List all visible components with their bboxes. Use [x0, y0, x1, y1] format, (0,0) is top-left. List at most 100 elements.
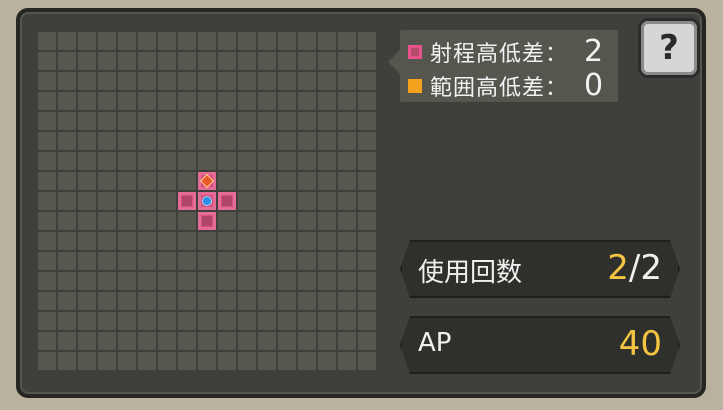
grid-cell — [238, 332, 256, 350]
grid-cell — [358, 312, 376, 330]
grid-cell — [298, 112, 316, 130]
grid-cell — [278, 132, 296, 150]
grid-cell — [138, 192, 156, 210]
grid-cell — [238, 132, 256, 150]
grid-cell — [198, 112, 216, 130]
grid-cell — [358, 292, 376, 310]
grid-cell — [158, 172, 176, 190]
grid-cell — [258, 92, 276, 110]
usage-count-box: 使用回数 2/2 — [400, 240, 680, 298]
grid-cell — [238, 232, 256, 250]
grid-cell — [278, 172, 296, 190]
grid-cell — [238, 352, 256, 370]
grid-cell — [38, 312, 56, 330]
grid-cell — [298, 152, 316, 170]
grid-cell — [158, 332, 176, 350]
grid-cell — [58, 232, 76, 250]
grid-cell — [298, 292, 316, 310]
grid-cell — [218, 212, 236, 230]
grid-cell — [78, 232, 96, 250]
grid-cell — [178, 92, 196, 110]
grid-cell — [258, 332, 276, 350]
grid-cell — [138, 92, 156, 110]
grid-cell — [338, 172, 356, 190]
grid-cell — [118, 132, 136, 150]
grid-cell-top-marker — [198, 172, 216, 190]
grid-cell — [278, 72, 296, 90]
grid-cell — [298, 212, 316, 230]
grid-cell — [178, 32, 196, 50]
grid-cell — [198, 152, 216, 170]
grid-cell — [158, 232, 176, 250]
grid-cell — [318, 172, 336, 190]
grid-cell — [98, 152, 116, 170]
grid-cell — [238, 172, 256, 190]
grid-cell — [158, 212, 176, 230]
grid-cell — [78, 112, 96, 130]
grid-cell — [158, 132, 176, 150]
grid-cell — [98, 52, 116, 70]
grid-cell — [58, 212, 76, 230]
grid-cell — [318, 332, 336, 350]
grid-cell — [198, 332, 216, 350]
grid-cell — [298, 252, 316, 270]
grid-cell — [238, 72, 256, 90]
grid-cell — [298, 312, 316, 330]
grid-cell — [218, 32, 236, 50]
grid-cell — [138, 292, 156, 310]
grid-cell — [98, 312, 116, 330]
grid-cell — [158, 252, 176, 270]
grid-cell — [298, 172, 316, 190]
grid-cell — [338, 212, 356, 230]
grid-cell — [298, 232, 316, 250]
grid-cell — [218, 272, 236, 290]
grid-cell — [238, 212, 256, 230]
grid-cell — [138, 332, 156, 350]
grid-cell — [78, 192, 96, 210]
grid-cell — [358, 192, 376, 210]
grid-cell — [138, 152, 156, 170]
usage-count-label: 使用回数 — [418, 258, 523, 288]
grid-cell — [138, 312, 156, 330]
help-button[interactable]: ? — [638, 18, 700, 78]
grid-cell — [338, 292, 356, 310]
grid-cell — [118, 312, 136, 330]
grid-cell — [218, 72, 236, 90]
grid-cell — [178, 112, 196, 130]
grid-cell — [178, 72, 196, 90]
grid-cell — [78, 172, 96, 190]
grid-cell — [198, 52, 216, 70]
grid-cell — [138, 212, 156, 230]
grid-cell — [198, 292, 216, 310]
grid-cell — [278, 92, 296, 110]
grid-cell — [318, 212, 336, 230]
grid-cell — [258, 112, 276, 130]
grid-cell — [278, 52, 296, 70]
grid-cell — [178, 172, 196, 190]
grid-cell — [78, 292, 96, 310]
grid-cell — [198, 132, 216, 150]
grid-cell — [358, 72, 376, 90]
grid-cell — [38, 212, 56, 230]
grid-cell — [158, 52, 176, 70]
grid-cell — [278, 112, 296, 130]
legend-value: 2 — [584, 34, 604, 69]
grid-cell — [78, 72, 96, 90]
grid-cell — [338, 252, 356, 270]
grid-cell — [218, 112, 236, 130]
grid-cell — [238, 252, 256, 270]
grid-cell — [318, 112, 336, 130]
grid-cell — [138, 352, 156, 370]
grid-cell — [58, 32, 76, 50]
grid-cell — [158, 352, 176, 370]
grid-cell — [358, 352, 376, 370]
grid-cell — [318, 252, 336, 270]
grid-cell — [358, 52, 376, 70]
grid-cell — [138, 272, 156, 290]
grid-cell — [78, 252, 96, 270]
grid-cell — [238, 272, 256, 290]
grid-cell — [158, 92, 176, 110]
grid-cell — [38, 232, 56, 250]
grid-cell — [338, 72, 356, 90]
grid-cell — [198, 32, 216, 50]
